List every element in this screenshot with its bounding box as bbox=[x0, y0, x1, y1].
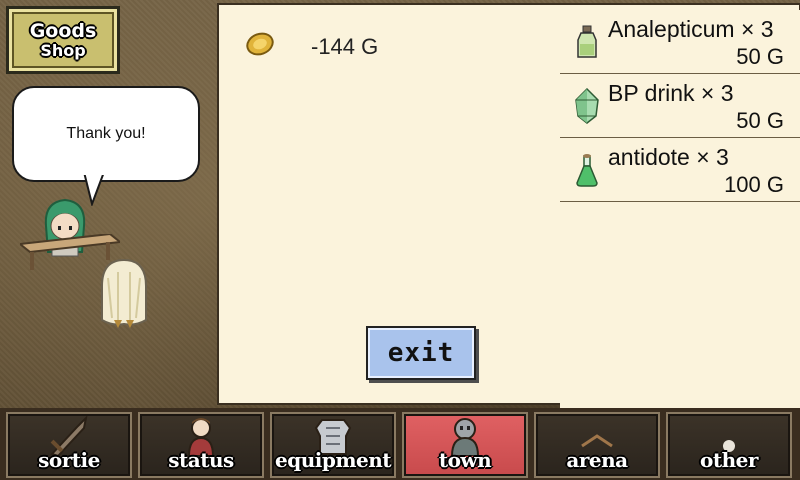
gold-coin-icon bbox=[246, 32, 274, 56]
item-name: BP drink × 3 bbox=[608, 80, 734, 106]
receipt-list: Analepticum × 3 50 G BP drink × 3 50 G a… bbox=[560, 10, 800, 446]
receipt-item: antidote × 3 100 G bbox=[560, 138, 800, 202]
speech-text: Thank you! bbox=[66, 125, 146, 142]
shop-sign-line1: Goods bbox=[29, 19, 97, 42]
nav-label: status bbox=[168, 448, 234, 472]
item-name: Analepticum × 3 bbox=[608, 16, 774, 42]
flask-icon bbox=[576, 154, 598, 187]
nav-label: arena bbox=[566, 448, 628, 472]
nav-label: town bbox=[438, 448, 492, 472]
shop-sign-line2: Shop bbox=[40, 40, 86, 60]
nav-equipment-button[interactable]: equipment bbox=[270, 412, 396, 478]
exit-button[interactable]: exit bbox=[366, 326, 476, 380]
nav-label: equipment bbox=[275, 448, 392, 472]
item-price: 50 G bbox=[736, 108, 784, 133]
crystal-icon bbox=[575, 88, 599, 124]
nav-sortie-button[interactable]: sortie bbox=[6, 412, 132, 478]
receipt-item: BP drink × 3 50 G bbox=[560, 74, 800, 138]
nav-label: other bbox=[700, 448, 758, 472]
receipt-item: Analepticum × 3 50 G bbox=[560, 10, 800, 74]
bottle-icon bbox=[577, 25, 597, 58]
nav-arena-button[interactable]: arena bbox=[534, 412, 660, 478]
speech-bubble: Thank you! bbox=[12, 86, 200, 182]
bottom-navigation: sortie status equipment town arena other bbox=[0, 408, 800, 480]
exit-label: exit bbox=[387, 338, 455, 368]
nav-other-button[interactable]: other bbox=[666, 412, 792, 478]
goods-shop-sign: Goods Shop bbox=[6, 6, 120, 74]
total-cost: -144 G bbox=[311, 34, 379, 59]
nav-label: sortie bbox=[38, 448, 100, 472]
item-price: 100 G bbox=[724, 172, 784, 197]
nav-town-button[interactable]: town bbox=[402, 412, 528, 478]
item-name: antidote × 3 bbox=[608, 144, 729, 170]
player-character-sprite bbox=[101, 258, 147, 328]
item-price: 50 G bbox=[736, 44, 784, 69]
nav-status-button[interactable]: status bbox=[138, 412, 264, 478]
